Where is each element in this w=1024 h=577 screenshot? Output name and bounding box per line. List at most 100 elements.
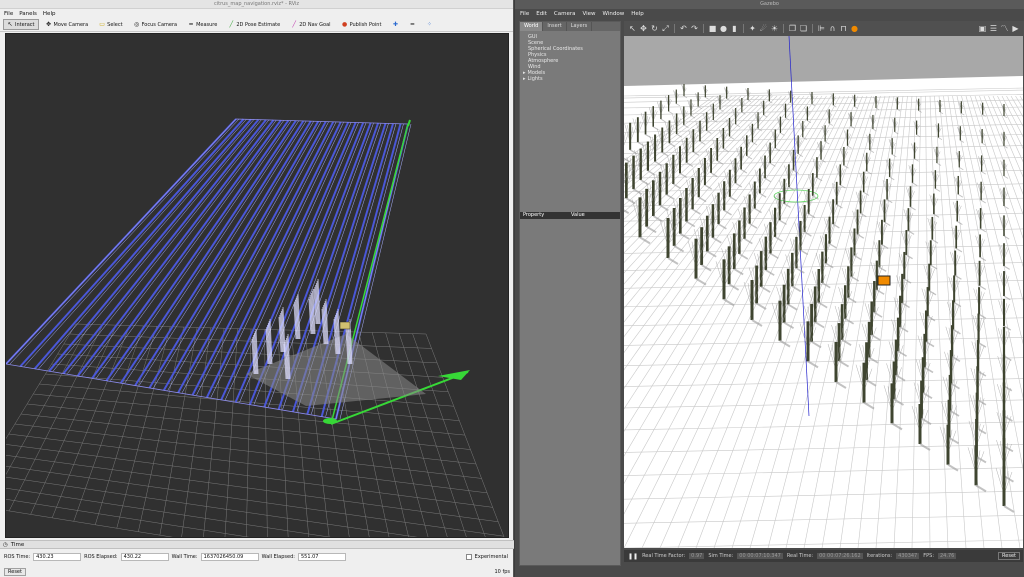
redo-icon[interactable]: ↷: [690, 24, 699, 33]
local-costmap: [438, 370, 470, 380]
rviz-toolbar: ↖ Interact ✥ Move Camera ▭ Select ◎ Focus Ca…: [0, 18, 513, 32]
gz-menu-window[interactable]: Window: [603, 11, 625, 17]
gz-menu-file[interactable]: File: [520, 11, 529, 17]
wall-time-field[interactable]: 1637026450.09: [200, 553, 259, 561]
log-icon[interactable]: ☰: [989, 24, 998, 33]
scale-icon[interactable]: ⤢: [661, 24, 670, 33]
ros-time-field[interactable]: 430.23: [33, 553, 82, 561]
paste-icon[interactable]: ❏: [799, 24, 808, 33]
rviz-3d-view[interactable]: [5, 33, 509, 538]
measure-icon: ━: [189, 20, 193, 28]
box-icon[interactable]: ■: [708, 24, 717, 33]
tab-world[interactable]: World: [520, 22, 544, 31]
gazebo-menubar: File Edit Camera View Window Help: [515, 9, 1024, 19]
ros-elapsed-field[interactable]: 430.22: [120, 553, 169, 561]
gz-menu-help[interactable]: Help: [631, 11, 644, 17]
fps-label: FPS:: [923, 553, 934, 559]
sim-time-value: 00 00:07:10.347: [737, 553, 783, 559]
tool-measure[interactable]: ━ Measure: [184, 19, 221, 30]
grid-line: [20, 413, 477, 465]
tool-options[interactable]: ⁘: [422, 19, 436, 30]
point-light-icon[interactable]: ✦: [748, 24, 757, 33]
interact-icon: ↖: [7, 20, 13, 28]
directional-light-icon[interactable]: ☀: [770, 24, 779, 33]
align-icon[interactable]: ⊫: [817, 24, 826, 33]
path-end-marker: [407, 119, 411, 127]
rviz-window: citrus_map_navigation.rviz* - RViz File …: [0, 0, 514, 577]
gazebo-toolbar: ↖ ✥ ↻ ⤢ ↶ ↷ ■ ● ▮ ✦ ☄ ☀ ❐ ❏ ⊫ ∩ ⊓ ● ▣ ☰ …: [624, 21, 1024, 36]
costmap-row: [76, 119, 275, 377]
fps-value: 24.76: [938, 553, 957, 559]
publish-point-icon: ●: [341, 20, 348, 28]
cylinder-icon[interactable]: ▮: [730, 24, 739, 33]
select-arrow-icon[interactable]: ↖: [628, 24, 637, 33]
real-time-value: 00 00:07:26.162: [817, 553, 863, 559]
time-panel: ROS Time: 430.23 ROS Elapsed: 430.22 Wal…: [0, 551, 514, 563]
pause-icon[interactable]: ❚❚: [628, 553, 638, 560]
tree-item-lights[interactable]: Lights: [528, 76, 620, 82]
clock-icon: ◷: [3, 541, 8, 548]
tool-move-camera[interactable]: ✥ Move Camera: [42, 19, 93, 30]
video-icon[interactable]: ▶: [1011, 24, 1020, 33]
costmap-row-edge: [67, 119, 270, 374]
record-icon[interactable]: ●: [850, 24, 859, 33]
iterations-value: 430347: [896, 553, 920, 559]
tab-layers[interactable]: Layers: [567, 22, 593, 31]
rviz-title: citrus_map_navigation.rviz* - RViz: [0, 0, 513, 9]
grid-line: [224, 328, 238, 537]
focus-camera-icon: ◎: [133, 20, 140, 28]
gazebo-title: Gazebo: [515, 0, 1024, 9]
grid-line: [14, 423, 482, 479]
rtf-value: 0.97: [689, 553, 705, 559]
tab-insert[interactable]: Insert: [543, 22, 567, 31]
menu-file[interactable]: File: [4, 11, 13, 17]
copy-icon[interactable]: ❐: [788, 24, 797, 33]
undo-icon[interactable]: ↶: [679, 24, 688, 33]
gazebo-reset-button[interactable]: Reset: [998, 552, 1020, 560]
path-goal-marker: [323, 418, 337, 424]
gazebo-scene: [624, 36, 1023, 548]
snap-icon[interactable]: ∩: [828, 24, 837, 33]
tool-2d-pose-estimate[interactable]: ╱ 2D Pose Estimate: [224, 19, 284, 30]
property-table-header: Property Value: [520, 212, 620, 219]
wall-elapsed-field[interactable]: 551.07: [297, 553, 346, 561]
gazebo-side-panel: World Insert Layers GUI Scene Spherical …: [519, 21, 621, 566]
plot-icon[interactable]: 〽: [1000, 24, 1009, 33]
plus-icon: ✚: [392, 20, 398, 28]
gz-menu-view[interactable]: View: [582, 11, 595, 17]
spot-light-icon[interactable]: ☄: [759, 24, 768, 33]
tool-focus-camera[interactable]: ◎ Focus Camera: [130, 19, 182, 30]
tool-remove[interactable]: ━: [405, 19, 419, 30]
menu-help[interactable]: Help: [43, 11, 56, 17]
robot-model: [877, 275, 891, 286]
experimental-label: Experimental: [474, 554, 508, 560]
grid-line: [6, 476, 418, 537]
grid-line: [246, 328, 252, 537]
ros-elapsed-label: ROS Elapsed:: [84, 554, 118, 560]
gz-menu-edit[interactable]: Edit: [536, 11, 547, 17]
sphere-icon[interactable]: ●: [719, 24, 728, 33]
nav-goal-icon: ╱: [292, 20, 297, 28]
menu-panels[interactable]: Panels: [19, 11, 37, 17]
wall-time-label: Wall Time:: [171, 554, 198, 560]
tool-interact[interactable]: ↖ Interact: [3, 19, 39, 30]
gz-menu-camera[interactable]: Camera: [554, 11, 576, 17]
gazebo-3d-view[interactable]: [624, 36, 1023, 548]
tool-select[interactable]: ▭ Select: [95, 19, 126, 30]
iterations-label: Iterations:: [866, 553, 893, 559]
rviz-reset-button[interactable]: Reset: [4, 567, 26, 576]
screenshot-icon[interactable]: ▣: [978, 24, 987, 33]
tool-publish-point[interactable]: ● Publish Point: [338, 19, 386, 30]
experimental-checkbox[interactable]: [465, 554, 472, 560]
rotate-icon[interactable]: ↻: [650, 24, 659, 33]
translate-icon[interactable]: ✥: [639, 24, 648, 33]
separator: [674, 24, 675, 33]
sim-time-label: Sim Time:: [708, 553, 734, 559]
grid-line: [412, 333, 486, 537]
magnet-icon[interactable]: ⊓: [839, 24, 848, 33]
tool-2d-nav-goal[interactable]: ╱ 2D Nav Goal: [287, 19, 334, 30]
wall-elapsed-label: Wall Elapsed:: [261, 554, 295, 560]
robot-model: [339, 321, 351, 330]
tool-add[interactable]: ✚: [388, 19, 402, 30]
move-camera-icon: ✥: [46, 20, 52, 28]
